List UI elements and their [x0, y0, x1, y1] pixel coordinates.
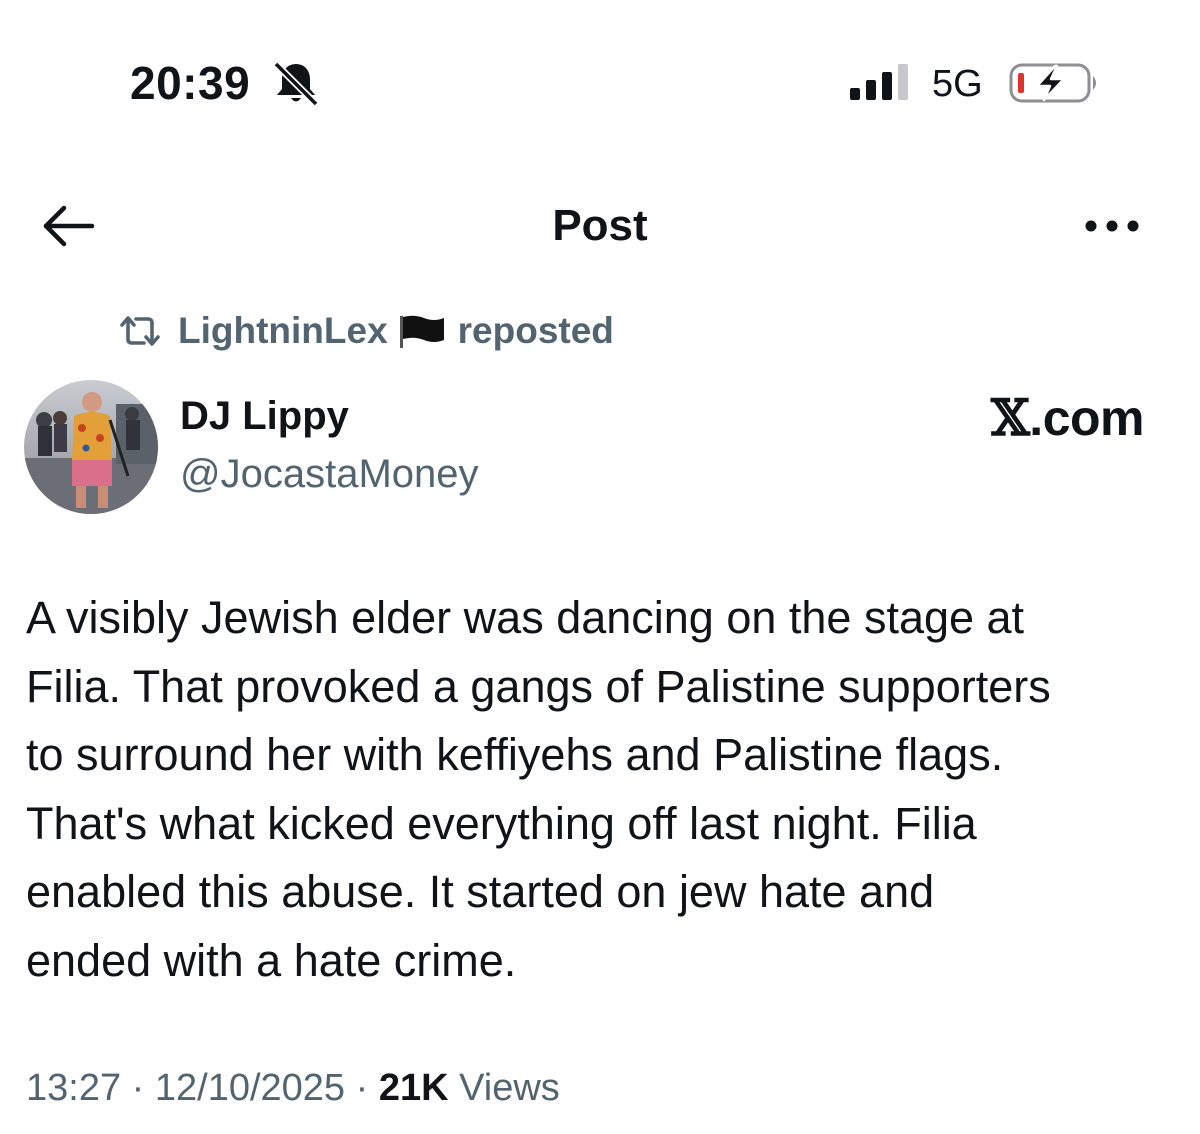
repost-icon: [120, 316, 160, 346]
repost-context: LightninLex reposted: [116, 306, 614, 356]
tweet-date[interactable]: 12/10/2025: [155, 1067, 345, 1109]
tweet-text-line: Filia. That provoked a gangs of Palistin…: [26, 660, 1051, 712]
status-time: 20:39: [130, 57, 251, 109]
avatar[interactable]: [24, 380, 158, 514]
bell-off-icon: [273, 61, 319, 106]
avatar-photo: [24, 380, 158, 514]
tweet-text-line: to surround her with keffiyehs and Palis…: [26, 729, 1004, 780]
author-handle[interactable]: @JocastaMoney: [180, 448, 479, 500]
tweet-time[interactable]: 13:27: [26, 1067, 121, 1109]
repost-label: reposted: [457, 310, 614, 351]
tweet-meta: 13:27 · 12/10/2025 · 21K Views: [26, 1064, 560, 1112]
meta-separator: ·: [131, 1067, 145, 1109]
source-watermark: 𝕏.com: [991, 388, 1144, 448]
tweet-text-line: A visibly Jewish elder was dancing on th…: [26, 592, 1025, 643]
author-name[interactable]: DJ Lippy: [180, 390, 349, 442]
network-label: 5G: [932, 63, 983, 105]
signal-icon: [850, 64, 908, 100]
tweet-text-line: enabled this abuse. It started on jew ha…: [26, 866, 935, 917]
source-domain: .com: [1029, 390, 1144, 446]
ellipsis-icon[interactable]: [1082, 208, 1142, 244]
black-flag-icon: [399, 315, 444, 348]
views-count[interactable]: 21K: [379, 1067, 449, 1109]
repost-user-link[interactable]: LightninLex: [178, 310, 388, 352]
meta-separator: ·: [355, 1067, 369, 1109]
page-title: Post: [552, 201, 648, 250]
tweet-text: A visibly Jewish elder was dancing on th…: [26, 584, 1176, 995]
tweet-text-line: That's what kicked everything off last n…: [26, 797, 977, 849]
source-x-mark: 𝕏: [991, 388, 1030, 447]
views-label[interactable]: Views: [459, 1067, 560, 1109]
battery-charging-icon: [1009, 63, 1096, 103]
tweet-text-line: ended with a hate crime.: [26, 934, 517, 986]
